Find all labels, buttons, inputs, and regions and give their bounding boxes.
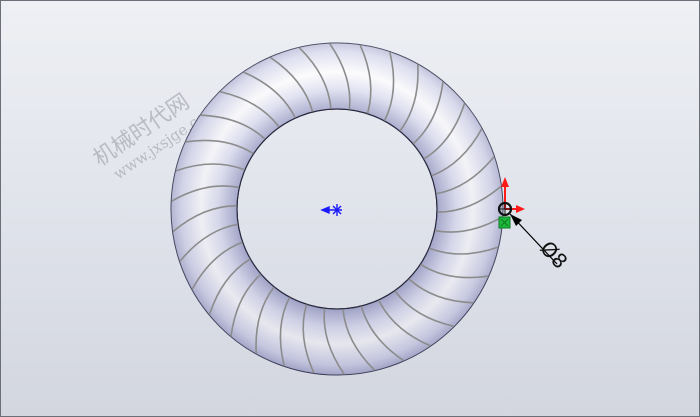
model-canvas[interactable]: Ø 8 xyxy=(1,1,700,417)
origin-marker-icon xyxy=(320,204,342,216)
graphics-viewport[interactable]: 机械时代网 www.jxsjge.com Ø 8 xyxy=(0,0,700,417)
profile-circle[interactable] xyxy=(497,201,513,217)
diameter-dimension[interactable]: Ø 8 xyxy=(509,213,572,273)
